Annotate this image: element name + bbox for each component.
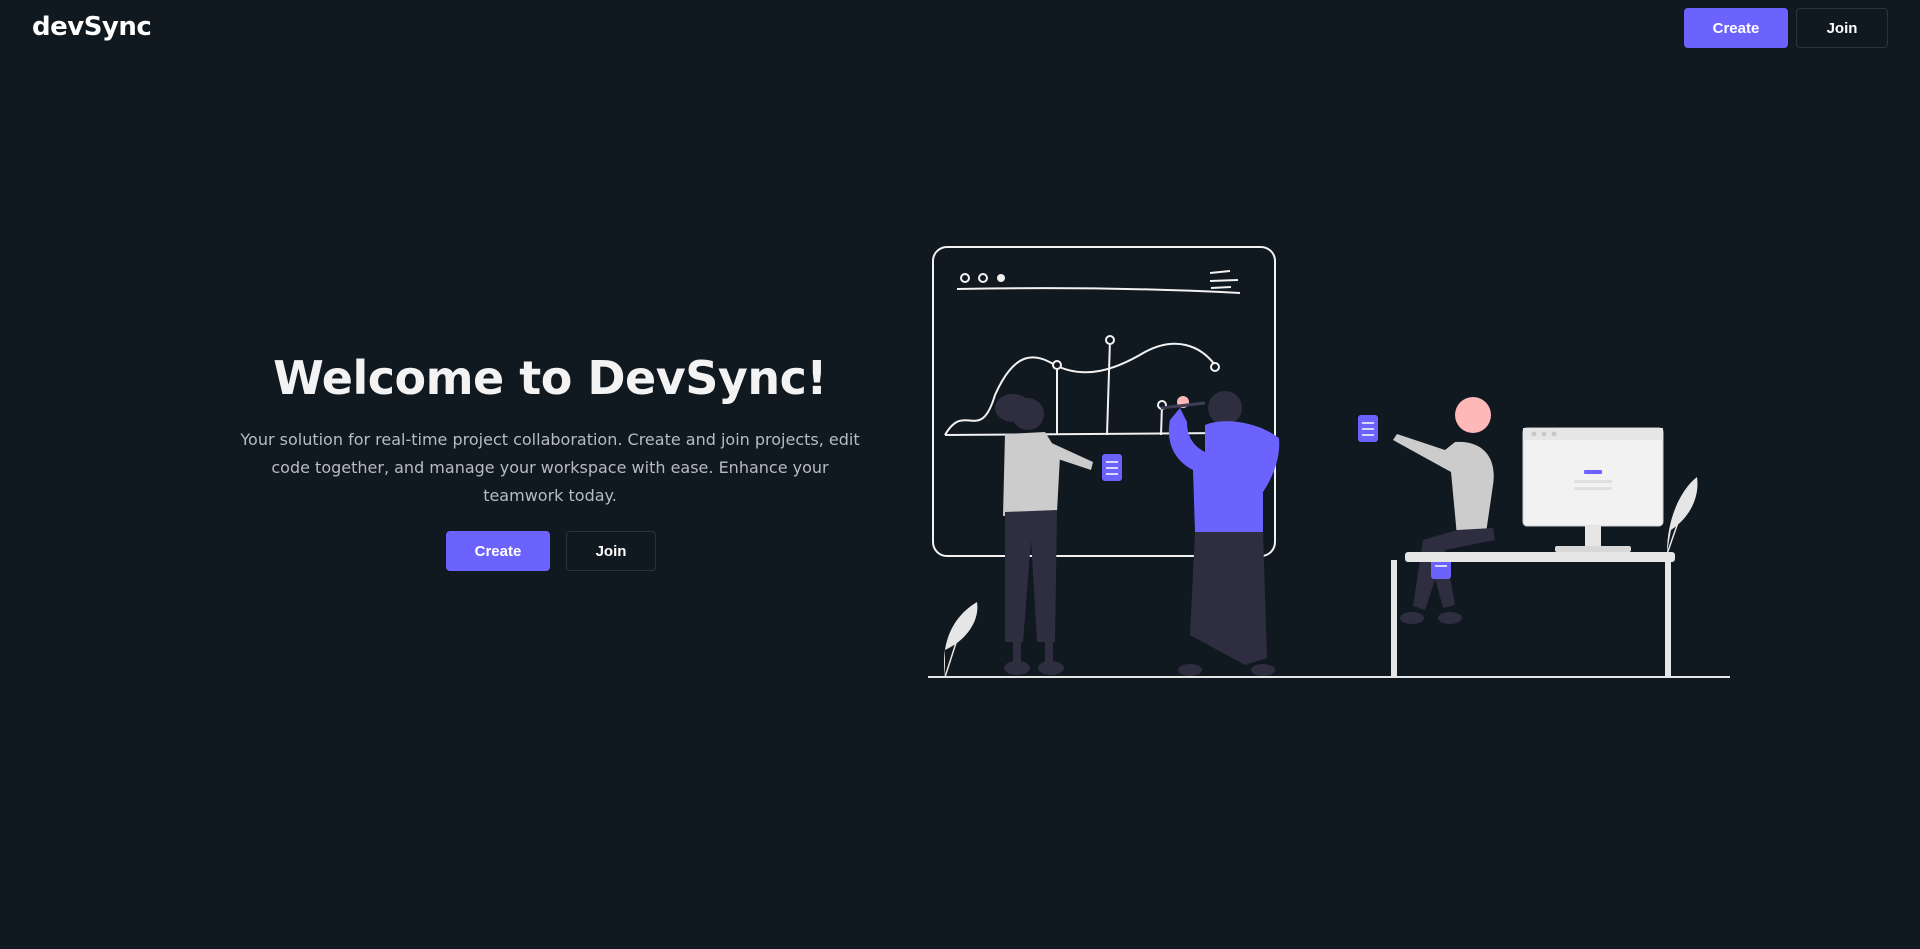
hero-join-button[interactable]: Join — [566, 531, 656, 571]
hero-subtitle: Your solution for real-time project coll… — [240, 430, 860, 505]
logo[interactable]: devSync — [32, 12, 152, 42]
team-collaboration-illustration — [928, 246, 1730, 678]
hero-title: Welcome to DevSync! — [273, 351, 827, 405]
hero-create-button[interactable]: Create — [446, 531, 550, 571]
nav-actions: Create Join — [1684, 8, 1888, 48]
nav-join-button[interactable]: Join — [1796, 8, 1888, 48]
hero-actions: Create Join — [446, 531, 656, 571]
nav-create-button[interactable]: Create — [1684, 8, 1788, 48]
landing-page: devSync Create Join Welcome to DevSync! … — [0, 0, 1920, 949]
top-nav: devSync Create Join — [0, 0, 1920, 56]
hero-text: Welcome to DevSync! Your solution for re… — [230, 346, 870, 510]
